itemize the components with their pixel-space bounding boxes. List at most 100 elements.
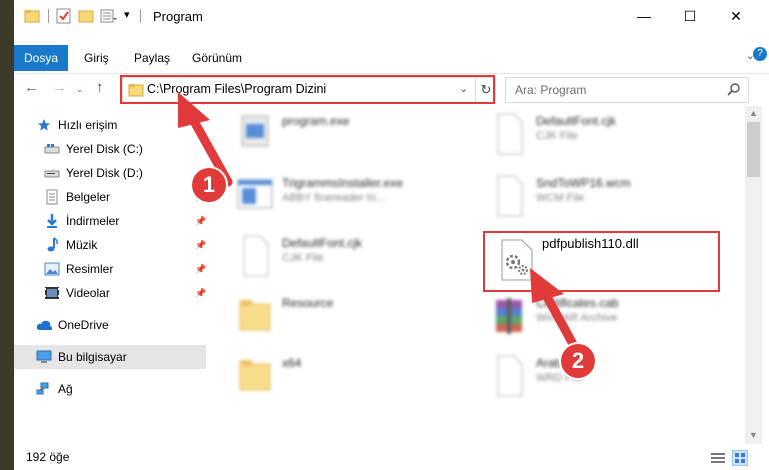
navigation-pane: Hızlı erişim Yerel Disk (C:) Yerel Disk … <box>14 110 210 450</box>
tab-share[interactable]: Paylaş <box>134 51 170 65</box>
pin-icon[interactable]: 📌 <box>195 240 206 251</box>
sidebar-item-this-pc[interactable]: Bu bilgisayar <box>14 345 206 369</box>
pin-icon[interactable]: 📌 <box>195 216 206 227</box>
large-icons-view-icon[interactable] <box>732 450 748 466</box>
folder-icon <box>239 300 271 331</box>
pin-icon[interactable]: 📌 <box>195 288 206 299</box>
sidebar-item-label: Müzik <box>66 238 98 252</box>
sidebar-item-label: OneDrive <box>58 318 109 332</box>
file-name: DefaultFont.cjk <box>282 236 363 250</box>
window-title: Program <box>153 9 203 24</box>
search-input[interactable]: Ara: Program <box>515 83 586 97</box>
file-icon <box>497 355 523 397</box>
search-icon[interactable] <box>727 83 740 96</box>
sidebar-item-label: Belgeler <box>66 190 111 204</box>
cloud-icon <box>36 317 52 333</box>
tab-file[interactable]: Dosya <box>14 45 68 71</box>
documents-icon <box>44 189 60 205</box>
file-type: WinRAR Archive <box>536 312 618 324</box>
step-badge-2: 2 <box>561 344 595 378</box>
pictures-icon <box>44 261 60 277</box>
scrollbar-thumb[interactable] <box>747 122 760 177</box>
tab-home[interactable]: Giriş <box>84 51 109 65</box>
sidebar-item-network[interactable]: Ağ <box>36 377 232 401</box>
network-icon <box>36 381 52 397</box>
file-name: DefaultFont.cjk <box>536 114 617 128</box>
tab-view[interactable]: Görünüm <box>192 51 242 65</box>
file-item[interactable]: SndToWP16.wcm WCM File <box>488 168 738 224</box>
file-name: Resource <box>282 296 334 310</box>
file-icon <box>497 175 523 217</box>
maximize-button[interactable]: ☐ <box>667 0 713 32</box>
properties-icon[interactable] <box>56 8 72 24</box>
sidebar-item-label: Bu bilgisayar <box>58 350 127 364</box>
star-icon <box>36 117 52 133</box>
file-name: TrigrammsInstaller.exe <box>282 176 403 190</box>
quick-access-dropdown-icon[interactable]: ▾ <box>124 8 130 21</box>
scroll-up-icon[interactable]: ▲ <box>749 108 758 118</box>
file-highlight-box <box>483 231 720 292</box>
help-icon[interactable]: ? <box>753 47 767 61</box>
file-item[interactable]: program.exe <box>234 106 484 162</box>
address-highlight-box <box>120 75 495 104</box>
file-icon <box>497 113 523 155</box>
navigation-bar: ← → ⌄ ↑ C:\Program Files\Program Dizini … <box>14 73 769 104</box>
drive-icon <box>44 165 60 181</box>
file-type: CJK File <box>282 252 324 264</box>
recent-locations-icon[interactable]: ⌄ <box>76 84 84 95</box>
sidebar-item-label: Resimler <box>66 262 114 276</box>
sidebar-item-label: Ağ <box>58 382 73 396</box>
file-name: program.exe <box>282 114 350 128</box>
folder-icon <box>239 360 271 391</box>
forward-button[interactable]: → <box>52 79 67 96</box>
back-button[interactable]: ← <box>24 79 39 96</box>
details-view-icon[interactable] <box>711 452 725 464</box>
minimize-button[interactable]: — <box>621 0 667 32</box>
file-name: Certificates.cab <box>536 296 619 310</box>
sidebar-item-label: İndirmeler <box>66 214 120 228</box>
file-name: SndToWP16.wcm <box>536 176 631 190</box>
file-name: x64 <box>282 356 302 370</box>
vertical-scrollbar[interactable]: ▲ ▼ <box>745 106 762 444</box>
title-bar: ▾ Program — ☐ ✕ <box>14 0 769 32</box>
file-item[interactable]: DefaultFont.cjk CJK File <box>234 228 484 284</box>
item-count: 192 öğe <box>26 450 70 464</box>
sidebar-item-onedrive[interactable]: OneDrive <box>36 313 232 337</box>
scroll-down-icon[interactable]: ▼ <box>749 430 758 440</box>
sidebar-item-label: Yerel Disk (C:) <box>66 142 143 156</box>
file-type: CJK File <box>536 130 578 142</box>
file-item[interactable]: Arabic WRD File <box>488 348 738 404</box>
videos-icon <box>44 285 60 301</box>
installer-icon <box>237 179 273 209</box>
pin-icon[interactable]: 📌 <box>195 264 206 275</box>
sidebar-item-label: Videolar <box>66 286 110 300</box>
separator <box>48 9 49 23</box>
status-bar: 192 öğe <box>14 446 769 470</box>
search-box[interactable]: Ara: Program <box>505 77 749 103</box>
file-type: WCM File <box>536 192 585 204</box>
sidebar-item-quick-access[interactable]: Hızlı erişim <box>36 113 232 137</box>
file-item[interactable]: Resource <box>234 288 484 344</box>
drive-icon <box>44 141 60 157</box>
file-item[interactable]: Certificates.cab WinRAR Archive <box>488 288 738 344</box>
file-item[interactable]: x64 <box>234 348 484 404</box>
up-button[interactable]: ↑ <box>96 79 104 96</box>
music-icon <box>44 237 60 253</box>
computer-icon <box>36 349 52 365</box>
folder-icon <box>24 10 40 23</box>
step-badge-1: 1 <box>192 168 226 202</box>
customize-toolbar-icon[interactable] <box>100 8 118 24</box>
file-item[interactable]: DefaultFont.cjk CJK File <box>488 106 738 162</box>
new-folder-icon[interactable] <box>78 8 94 24</box>
download-icon <box>44 213 60 229</box>
winrar-icon <box>496 298 522 334</box>
separator <box>140 9 141 23</box>
close-button[interactable]: ✕ <box>713 0 759 32</box>
file-item[interactable]: TrigrammsInstaller.exe ABBY finereader t… <box>234 168 484 224</box>
exe-icon <box>241 115 269 147</box>
ribbon: Dosya Giriş Paylaş Görünüm ⌄ ? <box>14 45 769 71</box>
file-icon <box>243 235 269 277</box>
sidebar-item-label: Hızlı erişim <box>58 118 118 132</box>
sidebar-item-label: Yerel Disk (D:) <box>66 166 143 180</box>
explorer-window: ▾ Program — ☐ ✕ Dosya Giriş Paylaş Görün… <box>14 0 769 470</box>
